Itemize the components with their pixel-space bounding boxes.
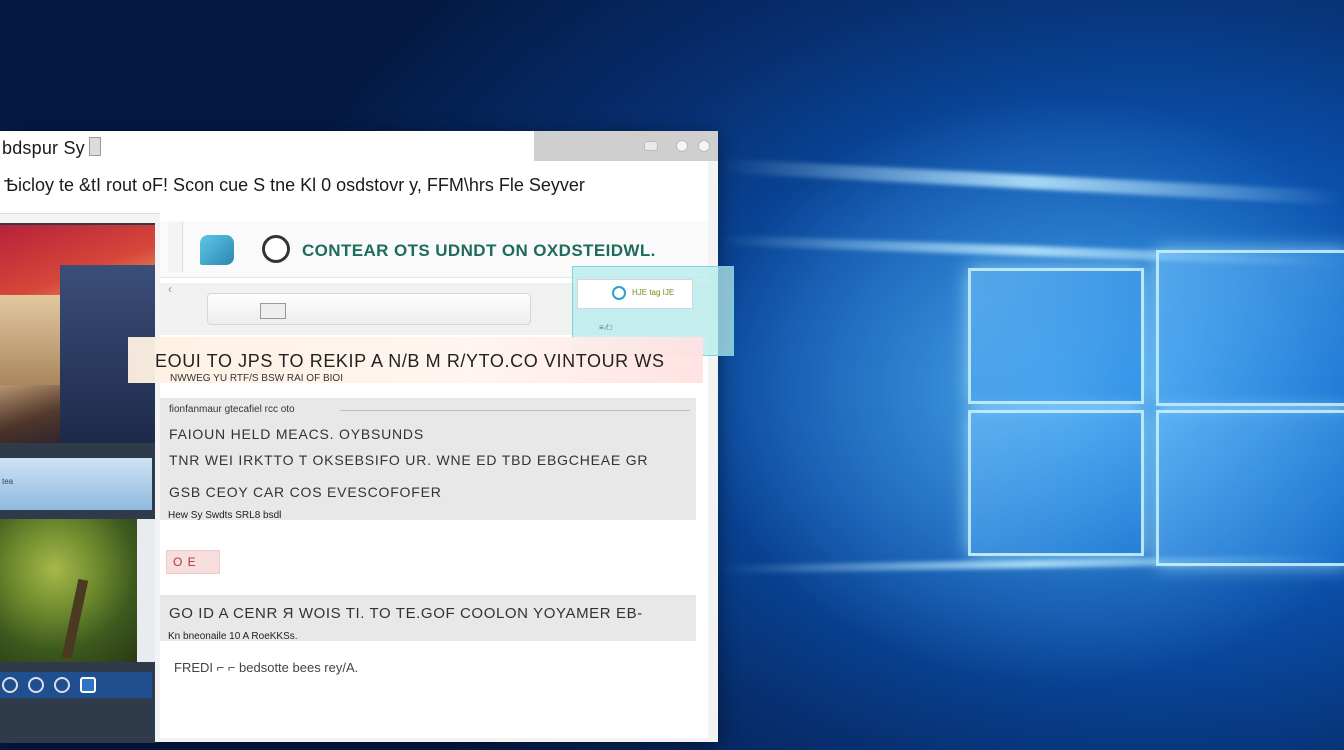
status-dot-icon — [612, 286, 626, 300]
panel-heading: fionfanmaur gtecafiel rcc oto — [169, 404, 295, 415]
play-icon[interactable] — [28, 677, 44, 693]
notice-subtitle: NWWEG YU RTF/S BSW RAI OF BIOI — [170, 373, 343, 384]
panel-row-3: GSB CEOY CAR COS ЕVESCOFOFER — [169, 484, 442, 500]
secondary-panel-note: Kn bneonaile 10 A RoeKKSs. — [168, 631, 298, 642]
media-toolbar — [0, 672, 152, 698]
panel-note: Hew Sy Swdts SRL8 bsdl — [168, 510, 282, 521]
popup-field[interactable]: HJE tag IJE — [577, 279, 693, 309]
panel-row-1: FAIOUN HELD MEACS. OYBSUNDS — [169, 426, 424, 442]
secondary-panel-text: GO ID A CENR Я WOIS TI. TO TE.GOF COOLON… — [169, 605, 643, 622]
maximize-button[interactable] — [676, 140, 688, 152]
status-chip[interactable]: O E — [166, 550, 220, 574]
thumbnail-sky[interactable]: tea — [0, 458, 152, 510]
share-icon[interactable] — [80, 677, 96, 693]
chevron-left-icon[interactable]: ‹ — [168, 282, 172, 296]
details-panel: fionfanmaur gtecafiel rcc oto FAIOUN HEL… — [160, 398, 696, 520]
profile-icon[interactable] — [262, 235, 290, 263]
popup-text: HJE tag IJE — [632, 288, 675, 297]
search-chip-icon — [260, 303, 286, 319]
media-sidebar: tea — [0, 223, 155, 743]
thumbnail-scrollbar[interactable] — [137, 519, 155, 662]
panel-row-2: TNR WEI IRKTTO T OKSEBSIFO UR. WNE ED TB… — [169, 452, 649, 468]
popup-sub-text: ≡ ⁄□ — [599, 323, 613, 332]
chat-icon[interactable] — [200, 235, 234, 265]
title-cursor-icon — [88, 137, 101, 156]
banner-title: CONTEAR OTS UDNDT ON OXDSTEIDWL. — [302, 241, 656, 260]
thumbnail-building[interactable] — [0, 225, 155, 443]
minimize-button[interactable] — [644, 141, 658, 151]
status-chip-label: O E — [173, 555, 197, 569]
notice-title: EOUI TO JPS TO REKIP A N/B M R/YTO.CO VI… — [155, 351, 665, 371]
thumbnail-label: tea — [2, 477, 14, 486]
title-bar-controls — [534, 131, 718, 161]
info-icon[interactable] — [54, 677, 70, 693]
content-side-handle[interactable] — [168, 222, 183, 272]
close-button[interactable] — [698, 140, 710, 152]
back-icon[interactable] — [2, 677, 18, 693]
footer-link[interactable]: FREDI ⌐ ⌐ bedsotte bees rey/A. — [174, 660, 358, 675]
divider — [340, 410, 690, 411]
search-input[interactable] — [207, 293, 531, 325]
title-bar[interactable]: bdspur Sy — [0, 131, 534, 161]
window-title: bdspur Sy — [2, 138, 85, 158]
menu-bar[interactable]: Ѣicloy te &tI rout oF! Scon cue S tne Kl… — [0, 161, 708, 214]
menu-bar-text: Ѣicloy te &tI rout oF! Scon cue S tne Kl… — [4, 175, 585, 195]
thumbnail-tree[interactable] — [0, 519, 137, 662]
